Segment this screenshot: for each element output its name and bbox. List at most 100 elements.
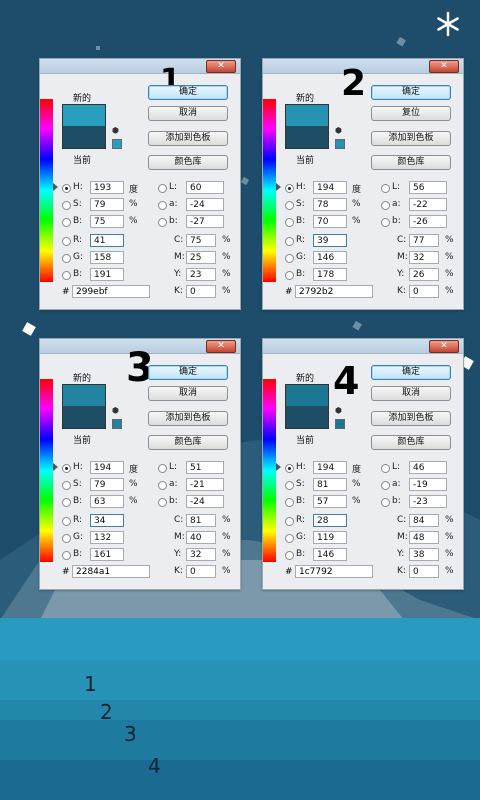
radio-r[interactable] <box>62 517 71 526</box>
radio-r[interactable] <box>285 237 294 246</box>
hue-slider-arrow-icon[interactable] <box>276 463 281 471</box>
ok-button[interactable]: 确定 <box>148 85 228 100</box>
cube-icon[interactable]: ⬢ <box>335 407 343 415</box>
input-cmyk-y[interactable]: 32 <box>186 548 216 561</box>
input-lab-L[interactable]: 46 <box>409 461 447 474</box>
cancel-button[interactable]: 取消 <box>371 386 451 401</box>
radio-g[interactable] <box>285 254 294 263</box>
cube-icon[interactable]: ⬢ <box>112 407 120 415</box>
input-b[interactable]: 57 <box>313 495 347 508</box>
hex-input[interactable]: 2284a1 <box>72 565 150 578</box>
current-color-swatch[interactable] <box>62 126 106 149</box>
input-cmyk-y[interactable]: 26 <box>409 268 439 281</box>
input-s[interactable]: 78 <box>313 198 347 211</box>
input-h[interactable]: 193 <box>90 181 124 194</box>
add-to-swatches-button[interactable]: 添加到色板 <box>148 131 228 146</box>
cancel-button[interactable]: 取消 <box>148 386 228 401</box>
input-lab-b[interactable]: -24 <box>186 495 224 508</box>
input-blue[interactable]: 178 <box>313 268 347 281</box>
radio-blue[interactable] <box>285 551 294 560</box>
input-h[interactable]: 194 <box>90 461 124 474</box>
cube-icon[interactable]: ⬢ <box>335 127 343 135</box>
websafe-swatch[interactable] <box>335 419 345 429</box>
hue-slider-arrow-icon[interactable] <box>53 463 58 471</box>
input-lab-a[interactable]: -21 <box>186 478 224 491</box>
input-cmyk-k[interactable]: 0 <box>186 565 216 578</box>
input-lab-b[interactable]: -27 <box>186 215 224 228</box>
radio-lab-a[interactable] <box>381 481 390 490</box>
radio-lab-b[interactable] <box>381 218 390 227</box>
input-lab-a[interactable]: -22 <box>409 198 447 211</box>
websafe-swatch[interactable] <box>112 139 122 149</box>
input-g[interactable]: 119 <box>313 531 347 544</box>
add-to-swatches-button[interactable]: 添加到色板 <box>148 411 228 426</box>
hue-slider-arrow-icon[interactable] <box>276 183 281 191</box>
input-cmyk-k[interactable]: 0 <box>409 565 439 578</box>
input-r[interactable]: 41 <box>90 234 124 247</box>
radio-s[interactable] <box>285 481 294 490</box>
color-libraries-button[interactable]: 颜色库 <box>148 435 228 450</box>
input-b[interactable]: 70 <box>313 215 347 228</box>
cancel-button[interactable]: 复位 <box>371 106 451 121</box>
current-color-swatch[interactable] <box>62 406 106 429</box>
radio-b[interactable] <box>285 498 294 507</box>
input-lab-L[interactable]: 56 <box>409 181 447 194</box>
input-r[interactable]: 34 <box>90 514 124 527</box>
hue-slider[interactable] <box>40 379 53 562</box>
input-b[interactable]: 75 <box>90 215 124 228</box>
input-cmyk-m[interactable]: 40 <box>186 531 216 544</box>
hex-input[interactable]: 1c7792 <box>295 565 373 578</box>
input-h[interactable]: 194 <box>313 181 347 194</box>
radio-r[interactable] <box>285 517 294 526</box>
radio-lab-a[interactable] <box>158 201 167 210</box>
input-s[interactable]: 79 <box>90 198 124 211</box>
radio-lab-b[interactable] <box>158 498 167 507</box>
close-button[interactable]: ✕ <box>206 340 236 353</box>
add-to-swatches-button[interactable]: 添加到色板 <box>371 131 451 146</box>
radio-blue[interactable] <box>285 271 294 280</box>
close-button[interactable]: ✕ <box>206 60 236 73</box>
close-button[interactable]: ✕ <box>429 340 459 353</box>
hue-slider[interactable] <box>263 99 276 282</box>
radio-h[interactable] <box>62 184 71 193</box>
radio-g[interactable] <box>62 534 71 543</box>
input-cmyk-c[interactable]: 81 <box>186 514 216 527</box>
radio-lab-b[interactable] <box>158 218 167 227</box>
current-color-swatch[interactable] <box>285 126 329 149</box>
current-color-swatch[interactable] <box>285 406 329 429</box>
hue-slider-arrow-icon[interactable] <box>53 183 58 191</box>
input-cmyk-y[interactable]: 23 <box>186 268 216 281</box>
radio-h[interactable] <box>285 464 294 473</box>
radio-blue[interactable] <box>62 551 71 560</box>
input-h[interactable]: 194 <box>313 461 347 474</box>
radio-lab-a[interactable] <box>158 481 167 490</box>
input-s[interactable]: 79 <box>90 478 124 491</box>
input-g[interactable]: 132 <box>90 531 124 544</box>
input-cmyk-c[interactable]: 84 <box>409 514 439 527</box>
radio-lab-b[interactable] <box>381 498 390 507</box>
input-cmyk-k[interactable]: 0 <box>409 285 439 298</box>
websafe-swatch[interactable] <box>335 139 345 149</box>
cancel-button[interactable]: 取消 <box>148 106 228 121</box>
input-lab-a[interactable]: -19 <box>409 478 447 491</box>
hex-input[interactable]: 2792b2 <box>295 285 373 298</box>
close-button[interactable]: ✕ <box>429 60 459 73</box>
radio-s[interactable] <box>62 481 71 490</box>
radio-b[interactable] <box>62 218 71 227</box>
input-lab-L[interactable]: 60 <box>186 181 224 194</box>
color-libraries-button[interactable]: 颜色库 <box>148 155 228 170</box>
hex-input[interactable]: 299ebf <box>72 285 150 298</box>
radio-s[interactable] <box>62 201 71 210</box>
radio-b[interactable] <box>62 498 71 507</box>
input-cmyk-k[interactable]: 0 <box>186 285 216 298</box>
radio-h[interactable] <box>62 464 71 473</box>
radio-s[interactable] <box>285 201 294 210</box>
hue-slider[interactable] <box>263 379 276 562</box>
radio-lab-L[interactable] <box>381 464 390 473</box>
ok-button[interactable]: 确定 <box>371 85 451 100</box>
input-cmyk-c[interactable]: 75 <box>186 234 216 247</box>
input-blue[interactable]: 191 <box>90 268 124 281</box>
radio-lab-L[interactable] <box>158 464 167 473</box>
radio-blue[interactable] <box>62 271 71 280</box>
radio-g[interactable] <box>285 534 294 543</box>
